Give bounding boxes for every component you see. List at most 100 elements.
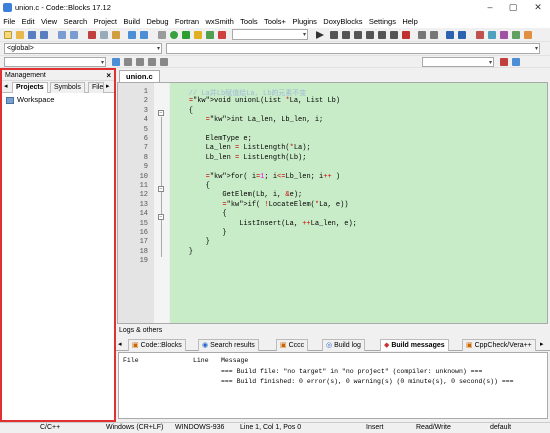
tab-scroll-right-icon[interactable]: ▸: [106, 82, 110, 90]
undo-icon[interactable]: [58, 31, 66, 39]
tab-codeblocks-log[interactable]: ▣ Code::Blocks: [128, 339, 186, 351]
nav-forward-icon[interactable]: [136, 58, 144, 66]
scope-select[interactable]: <global> ▾: [4, 43, 162, 54]
debug-step-instr-icon[interactable]: [390, 31, 398, 39]
tab-search-results[interactable]: ◉ Search results: [198, 339, 259, 351]
function-select[interactable]: ▾: [166, 43, 540, 54]
debug-stop-icon[interactable]: [402, 31, 410, 39]
fold-margin[interactable]: − − −: [154, 83, 170, 323]
nav-back-icon[interactable]: [124, 58, 132, 66]
search-combo[interactable]: ▾: [4, 57, 106, 67]
menu-view[interactable]: View: [38, 15, 61, 28]
close-icon[interactable]: ✕: [530, 2, 546, 13]
copy-icon[interactable]: [100, 31, 108, 39]
doxy-chm-icon[interactable]: [476, 31, 484, 39]
doxy-icon[interactable]: [446, 31, 454, 39]
tab-files[interactable]: Files: [88, 82, 104, 93]
debug-step-out-icon[interactable]: [366, 31, 374, 39]
menu-help[interactable]: Help: [399, 15, 421, 28]
replace-icon[interactable]: [140, 31, 148, 39]
logs-tab-right-icon[interactable]: ▸: [540, 340, 544, 348]
open-icon[interactable]: [16, 31, 24, 39]
debug-info-icon[interactable]: [430, 31, 438, 39]
redo-icon[interactable]: [70, 31, 78, 39]
code-editor[interactable]: 1 2 3 4 5 6 7 8 9 10 11 12 13 14 15 16 17 18 19 − − − // L…: [117, 82, 548, 324]
tab-union-c[interactable]: union.c: [119, 70, 160, 82]
clear-icon[interactable]: [500, 58, 508, 66]
tab-scroll-left-icon[interactable]: ◂: [4, 82, 8, 90]
code-line[interactable]: La_len = ListLength(*La);: [172, 144, 311, 152]
menu-tools-plus[interactable]: Tools+: [261, 15, 289, 28]
menu-doxyblocks[interactable]: DoxyBlocks: [320, 15, 366, 28]
debug-windows-icon[interactable]: [418, 31, 426, 39]
menu-fortran[interactable]: Fortran: [172, 15, 203, 28]
menu-debug[interactable]: Debug: [143, 15, 171, 28]
code-line[interactable]: ListInsert(La, ++La_len, e);: [172, 220, 357, 228]
code-line[interactable]: ElemType e;: [172, 135, 252, 143]
fold-toggle-icon[interactable]: −: [158, 186, 164, 192]
debug-step-icon[interactable]: [330, 31, 338, 39]
menu-settings[interactable]: Settings: [366, 15, 399, 28]
menu-search[interactable]: Search: [60, 15, 90, 28]
menu-file[interactable]: File: [0, 15, 18, 28]
menu-wxsmith[interactable]: wxSmith: [202, 15, 237, 28]
tab-symbols[interactable]: Symbols: [50, 82, 85, 93]
doxy-block-icon[interactable]: [512, 31, 520, 39]
paste-icon[interactable]: [112, 31, 120, 39]
find-icon[interactable]: [128, 31, 136, 39]
logs-tab-left-icon[interactable]: ◂: [118, 340, 122, 348]
tab-build-messages[interactable]: ◆ Build messages: [380, 339, 449, 351]
new-file-icon[interactable]: [4, 31, 12, 39]
column-message[interactable]: Message: [221, 357, 248, 364]
column-line[interactable]: Line: [193, 357, 209, 364]
code-line[interactable]: ="kw">void unionL(List *La, List Lb): [172, 97, 340, 105]
rebuild-icon[interactable]: [206, 31, 214, 39]
maximize-icon[interactable]: ▢: [505, 2, 521, 13]
debug-next-instr-icon[interactable]: [378, 31, 386, 39]
cut-icon[interactable]: [88, 31, 96, 39]
code-line[interactable]: Lb_len = ListLength(Lb);: [172, 154, 307, 162]
code-line[interactable]: ="kw">if( !LocateElem(*La, e)): [172, 201, 348, 209]
code-line[interactable]: ="kw">for( i=1; i<=Lb_len; i++ ): [172, 173, 340, 181]
settings-icon[interactable]: [158, 31, 166, 39]
doxy-line-icon[interactable]: [524, 31, 532, 39]
code-area[interactable]: // La并Lb赋值给La, Lb的元素不变 ="kw">void unionL…: [170, 83, 547, 323]
code-line[interactable]: }: [172, 238, 210, 246]
menu-edit[interactable]: Edit: [18, 15, 37, 28]
build-run-icon[interactable]: [194, 31, 202, 39]
save-all-icon[interactable]: [40, 31, 48, 39]
code-line[interactable]: {: [172, 182, 210, 190]
code-line[interactable]: }: [172, 248, 193, 256]
debug-step-into-icon[interactable]: [354, 31, 362, 39]
fold-toggle-icon[interactable]: −: [158, 110, 164, 116]
abort-icon[interactable]: [218, 31, 226, 39]
doxy-extract-icon[interactable]: [500, 31, 508, 39]
doxy-config-icon[interactable]: [488, 31, 496, 39]
build-messages-list[interactable]: File Line Message === Build file: "no ta…: [118, 352, 548, 419]
fold-toggle-icon[interactable]: −: [158, 214, 164, 220]
debug-run-icon[interactable]: [316, 31, 324, 39]
menu-plugins[interactable]: Plugins: [289, 15, 320, 28]
jump-icon[interactable]: [160, 58, 168, 66]
menu-project[interactable]: Project: [90, 15, 120, 28]
build-icon[interactable]: [170, 31, 178, 39]
column-file[interactable]: File: [123, 357, 139, 364]
doxy-run-icon[interactable]: [458, 31, 466, 39]
code-line[interactable]: }: [172, 229, 226, 237]
workspace-node[interactable]: Workspace: [2, 93, 114, 106]
run-icon[interactable]: [182, 31, 190, 39]
code-line[interactable]: ="kw">int La_len, Lb_len, i;: [172, 116, 324, 124]
tab-cppcheck[interactable]: ▣ CppCheck/Vera++: [462, 339, 536, 351]
bookmark-icon[interactable]: [148, 58, 156, 66]
build-target-select[interactable]: ▾: [232, 29, 308, 40]
tab-build-log[interactable]: ◎ Build log: [322, 339, 365, 351]
minimize-icon[interactable]: –: [482, 2, 498, 12]
regex-search-icon[interactable]: [512, 58, 520, 66]
save-icon[interactable]: [28, 31, 36, 39]
close-icon[interactable]: ×: [106, 71, 111, 80]
tab-projects[interactable]: Projects: [12, 82, 48, 93]
code-line[interactable]: {: [172, 210, 226, 218]
code-line[interactable]: GetElem(Lb, i, &e);: [172, 191, 302, 199]
debug-next-icon[interactable]: [342, 31, 350, 39]
tab-cccc[interactable]: ▣ Cccc: [276, 339, 309, 351]
